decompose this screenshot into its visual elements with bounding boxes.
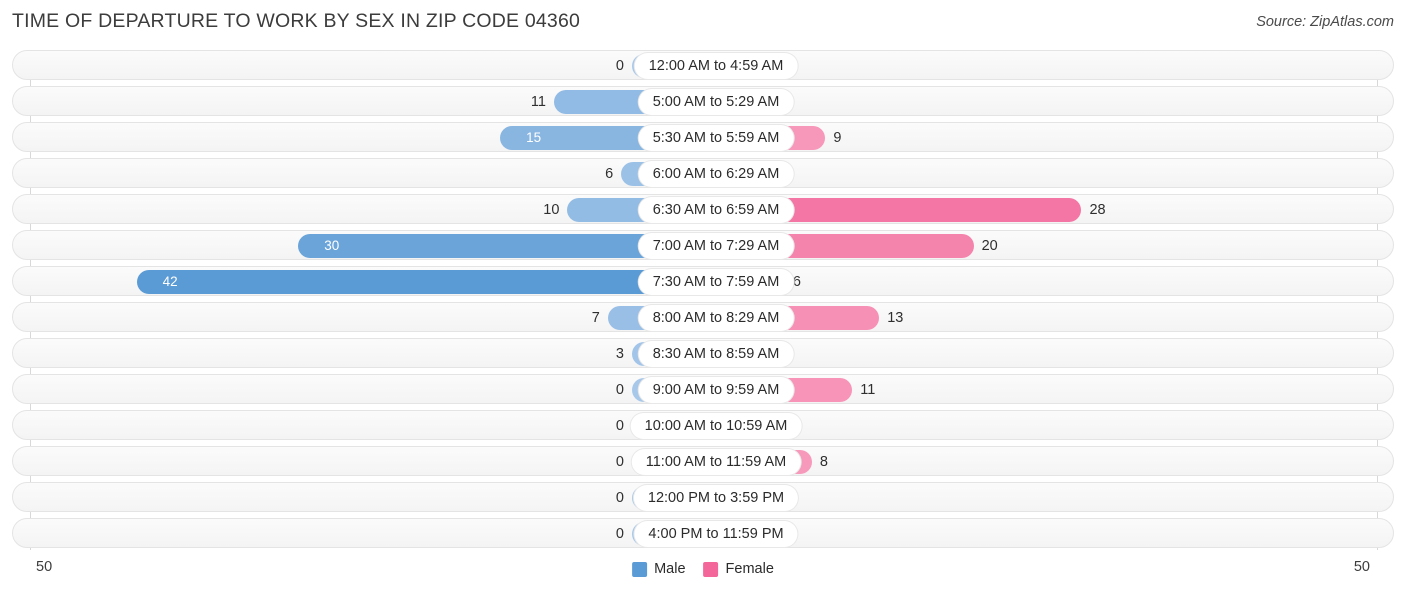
bar-value-male: 15: [526, 130, 542, 145]
category-label: 12:00 AM to 4:59 AM: [634, 53, 798, 79]
chart-row: 0212:00 AM to 4:59 AM: [12, 50, 1394, 80]
legend-label: Male: [654, 561, 686, 577]
category-label: 8:00 AM to 8:29 AM: [638, 305, 794, 331]
page-title: TIME OF DEPARTURE TO WORK BY SEX IN ZIP …: [12, 10, 581, 32]
legend-item-male[interactable]: Male: [632, 561, 686, 577]
chart-row: 30 20 7:00 AM to 7:29 AM: [12, 230, 1394, 260]
bar-value-male: 0: [615, 418, 624, 434]
category-label: 4:00 PM to 11:59 PM: [634, 521, 798, 547]
category-label: 5:00 AM to 5:29 AM: [638, 89, 794, 115]
legend-swatch-male: [632, 561, 648, 577]
bar-value-male: 0: [615, 454, 624, 470]
bar-value-female: 13: [887, 310, 904, 326]
category-label: 9:00 AM to 9:59 AM: [638, 377, 794, 403]
bar-value-male: 42: [162, 274, 178, 289]
chart-row: 42 6 7:30 AM to 7:59 AM: [12, 266, 1394, 296]
chart-footer: 50 50 Male Female: [0, 549, 1406, 595]
category-label: 11:00 AM to 11:59 AM: [631, 449, 801, 475]
legend-swatch-female: [703, 561, 719, 577]
bar-value-male: 6: [605, 166, 614, 182]
chart-legend: Male Female: [632, 561, 774, 577]
chart-row: 0 11 9:00 AM to 9:59 AM: [12, 374, 1394, 404]
axis-label-left: 50: [36, 559, 53, 575]
legend-label: Female: [725, 561, 774, 577]
category-label: 6:30 AM to 6:59 AM: [638, 197, 794, 223]
legend-item-female[interactable]: Female: [703, 561, 774, 577]
category-label: 7:30 AM to 7:59 AM: [638, 269, 794, 295]
chart-header: TIME OF DEPARTURE TO WORK BY SEX IN ZIP …: [0, 0, 1406, 44]
category-label: 12:00 PM to 3:59 PM: [633, 485, 799, 511]
bar-male: [136, 270, 702, 294]
axis-label-right: 50: [1353, 559, 1370, 575]
source-attribution: Source: ZipAtlas.com: [1256, 14, 1394, 30]
category-label: 7:00 AM to 7:29 AM: [638, 233, 794, 259]
bar-value-male: 0: [615, 382, 624, 398]
chart-row: 10 28 6:30 AM to 6:59 AM: [12, 194, 1394, 224]
chart-row: 15 9 5:30 AM to 5:59 AM: [12, 122, 1394, 152]
bar-value-female: 11: [860, 382, 876, 398]
chart-row: 024:00 PM to 11:59 PM: [12, 518, 1394, 548]
chart-row: 0 8 11:00 AM to 11:59 AM: [12, 446, 1394, 476]
bar-value-female: 20: [981, 238, 998, 254]
bar-value-female: 6: [792, 274, 801, 290]
chart-plot-area: 0212:00 AM to 4:59 AM1105:00 AM to 5:29 …: [0, 44, 1406, 550]
bar-value-male: 0: [615, 58, 624, 74]
bar-value-male: 0: [615, 490, 624, 506]
bar-value-male: 10: [543, 202, 560, 218]
bar-value-female: 9: [833, 130, 842, 146]
category-label: 10:00 AM to 10:59 AM: [630, 413, 802, 439]
bar-value-female: 28: [1089, 202, 1106, 218]
bar-value-male: 0: [615, 526, 624, 542]
chart-row: 0010:00 AM to 10:59 AM: [12, 410, 1394, 440]
category-label: 8:30 AM to 8:59 AM: [638, 341, 794, 367]
chart-row: 7 13 8:00 AM to 8:29 AM: [12, 302, 1394, 332]
bar-value-male: 11: [530, 94, 546, 110]
category-label: 5:30 AM to 5:59 AM: [638, 125, 794, 151]
chart-row: 308:30 AM to 8:59 AM: [12, 338, 1394, 368]
bar-value-male: 30: [324, 238, 340, 253]
bar-value-male: 7: [591, 310, 600, 326]
bar-value-female: 8: [819, 454, 828, 470]
chart-row: 606:00 AM to 6:29 AM: [12, 158, 1394, 188]
chart-row: 1105:00 AM to 5:29 AM: [12, 86, 1394, 116]
bar-value-male: 3: [615, 346, 624, 362]
chart-row: 0012:00 PM to 3:59 PM: [12, 482, 1394, 512]
category-label: 6:00 AM to 6:29 AM: [638, 161, 794, 187]
